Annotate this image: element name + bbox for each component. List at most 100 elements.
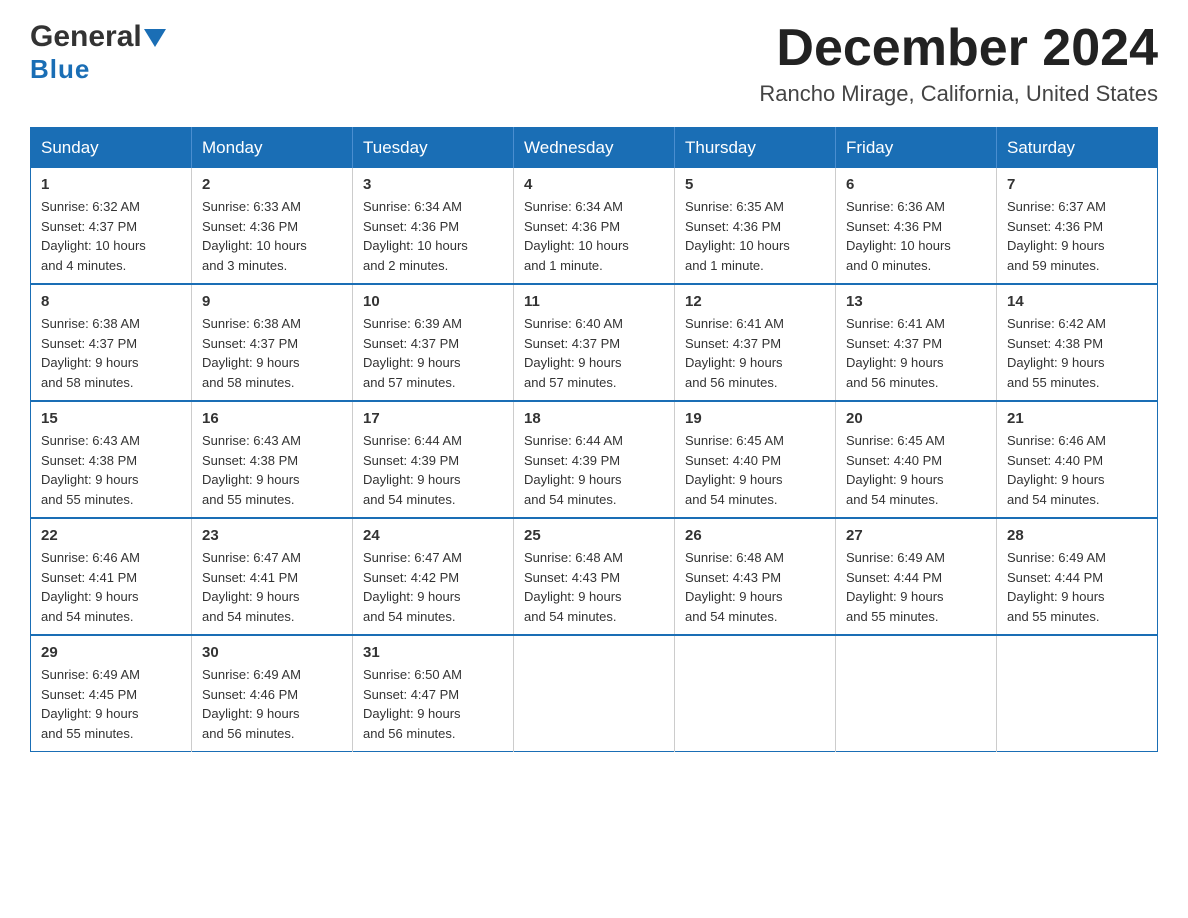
- day-of-week-header: Sunday: [31, 128, 192, 169]
- calendar-day-cell: 7 Sunrise: 6:37 AM Sunset: 4:36 PM Dayli…: [997, 168, 1158, 284]
- day-info: Sunrise: 6:36 AM Sunset: 4:36 PM Dayligh…: [846, 197, 986, 275]
- day-number: 7: [1007, 176, 1147, 193]
- day-info: Sunrise: 6:49 AM Sunset: 4:44 PM Dayligh…: [846, 548, 986, 626]
- calendar-day-cell: 19 Sunrise: 6:45 AM Sunset: 4:40 PM Dayl…: [675, 401, 836, 518]
- calendar-day-cell: 14 Sunrise: 6:42 AM Sunset: 4:38 PM Dayl…: [997, 284, 1158, 401]
- calendar-header-row: SundayMondayTuesdayWednesdayThursdayFrid…: [31, 128, 1158, 169]
- day-number: 10: [363, 293, 503, 310]
- day-info: Sunrise: 6:49 AM Sunset: 4:44 PM Dayligh…: [1007, 548, 1147, 626]
- day-info: Sunrise: 6:32 AM Sunset: 4:37 PM Dayligh…: [41, 197, 181, 275]
- day-number: 29: [41, 644, 181, 661]
- calendar-day-cell: 10 Sunrise: 6:39 AM Sunset: 4:37 PM Dayl…: [353, 284, 514, 401]
- day-number: 17: [363, 410, 503, 427]
- calendar-day-cell: 8 Sunrise: 6:38 AM Sunset: 4:37 PM Dayli…: [31, 284, 192, 401]
- calendar-day-cell: 25 Sunrise: 6:48 AM Sunset: 4:43 PM Dayl…: [514, 518, 675, 635]
- month-year-title: December 2024: [759, 20, 1158, 77]
- day-number: 2: [202, 176, 342, 193]
- day-number: 30: [202, 644, 342, 661]
- calendar-day-cell: 22 Sunrise: 6:46 AM Sunset: 4:41 PM Dayl…: [31, 518, 192, 635]
- calendar-day-cell: 6 Sunrise: 6:36 AM Sunset: 4:36 PM Dayli…: [836, 168, 997, 284]
- calendar-day-cell: 17 Sunrise: 6:44 AM Sunset: 4:39 PM Dayl…: [353, 401, 514, 518]
- day-number: 22: [41, 527, 181, 544]
- calendar-day-cell: [514, 635, 675, 752]
- day-info: Sunrise: 6:43 AM Sunset: 4:38 PM Dayligh…: [41, 431, 181, 509]
- day-of-week-header: Tuesday: [353, 128, 514, 169]
- calendar-day-cell: 15 Sunrise: 6:43 AM Sunset: 4:38 PM Dayl…: [31, 401, 192, 518]
- day-info: Sunrise: 6:38 AM Sunset: 4:37 PM Dayligh…: [202, 314, 342, 392]
- day-number: 23: [202, 527, 342, 544]
- day-info: Sunrise: 6:39 AM Sunset: 4:37 PM Dayligh…: [363, 314, 503, 392]
- calendar-day-cell: 18 Sunrise: 6:44 AM Sunset: 4:39 PM Dayl…: [514, 401, 675, 518]
- day-number: 13: [846, 293, 986, 310]
- calendar-table: SundayMondayTuesdayWednesdayThursdayFrid…: [30, 127, 1158, 752]
- day-info: Sunrise: 6:46 AM Sunset: 4:40 PM Dayligh…: [1007, 431, 1147, 509]
- calendar-day-cell: 21 Sunrise: 6:46 AM Sunset: 4:40 PM Dayl…: [997, 401, 1158, 518]
- day-number: 18: [524, 410, 664, 427]
- day-of-week-header: Wednesday: [514, 128, 675, 169]
- day-info: Sunrise: 6:48 AM Sunset: 4:43 PM Dayligh…: [524, 548, 664, 626]
- calendar-week-row: 15 Sunrise: 6:43 AM Sunset: 4:38 PM Dayl…: [31, 401, 1158, 518]
- day-info: Sunrise: 6:34 AM Sunset: 4:36 PM Dayligh…: [524, 197, 664, 275]
- calendar-week-row: 22 Sunrise: 6:46 AM Sunset: 4:41 PM Dayl…: [31, 518, 1158, 635]
- day-info: Sunrise: 6:42 AM Sunset: 4:38 PM Dayligh…: [1007, 314, 1147, 392]
- day-number: 16: [202, 410, 342, 427]
- day-info: Sunrise: 6:49 AM Sunset: 4:46 PM Dayligh…: [202, 665, 342, 743]
- day-info: Sunrise: 6:43 AM Sunset: 4:38 PM Dayligh…: [202, 431, 342, 509]
- day-number: 5: [685, 176, 825, 193]
- calendar-day-cell: 9 Sunrise: 6:38 AM Sunset: 4:37 PM Dayli…: [192, 284, 353, 401]
- calendar-day-cell: 2 Sunrise: 6:33 AM Sunset: 4:36 PM Dayli…: [192, 168, 353, 284]
- day-info: Sunrise: 6:38 AM Sunset: 4:37 PM Dayligh…: [41, 314, 181, 392]
- day-info: Sunrise: 6:41 AM Sunset: 4:37 PM Dayligh…: [846, 314, 986, 392]
- day-number: 27: [846, 527, 986, 544]
- day-number: 4: [524, 176, 664, 193]
- day-info: Sunrise: 6:44 AM Sunset: 4:39 PM Dayligh…: [363, 431, 503, 509]
- day-number: 9: [202, 293, 342, 310]
- day-number: 12: [685, 293, 825, 310]
- logo-blue-text: Blue: [30, 54, 90, 84]
- calendar-day-cell: [836, 635, 997, 752]
- calendar-day-cell: 3 Sunrise: 6:34 AM Sunset: 4:36 PM Dayli…: [353, 168, 514, 284]
- day-info: Sunrise: 6:37 AM Sunset: 4:36 PM Dayligh…: [1007, 197, 1147, 275]
- day-info: Sunrise: 6:47 AM Sunset: 4:42 PM Dayligh…: [363, 548, 503, 626]
- day-number: 26: [685, 527, 825, 544]
- day-number: 8: [41, 293, 181, 310]
- day-info: Sunrise: 6:34 AM Sunset: 4:36 PM Dayligh…: [363, 197, 503, 275]
- calendar-week-row: 1 Sunrise: 6:32 AM Sunset: 4:37 PM Dayli…: [31, 168, 1158, 284]
- day-info: Sunrise: 6:47 AM Sunset: 4:41 PM Dayligh…: [202, 548, 342, 626]
- day-info: Sunrise: 6:45 AM Sunset: 4:40 PM Dayligh…: [846, 431, 986, 509]
- day-number: 25: [524, 527, 664, 544]
- calendar-week-row: 29 Sunrise: 6:49 AM Sunset: 4:45 PM Dayl…: [31, 635, 1158, 752]
- calendar-day-cell: 11 Sunrise: 6:40 AM Sunset: 4:37 PM Dayl…: [514, 284, 675, 401]
- calendar-day-cell: 24 Sunrise: 6:47 AM Sunset: 4:42 PM Dayl…: [353, 518, 514, 635]
- calendar-day-cell: 29 Sunrise: 6:49 AM Sunset: 4:45 PM Dayl…: [31, 635, 192, 752]
- day-of-week-header: Monday: [192, 128, 353, 169]
- day-number: 31: [363, 644, 503, 661]
- location-subtitle: Rancho Mirage, California, United States: [759, 81, 1158, 107]
- day-number: 21: [1007, 410, 1147, 427]
- header: General Blue December 2024 Rancho Mirage…: [30, 20, 1158, 107]
- day-info: Sunrise: 6:33 AM Sunset: 4:36 PM Dayligh…: [202, 197, 342, 275]
- day-info: Sunrise: 6:45 AM Sunset: 4:40 PM Dayligh…: [685, 431, 825, 509]
- logo: General Blue: [30, 20, 166, 85]
- day-of-week-header: Saturday: [997, 128, 1158, 169]
- day-info: Sunrise: 6:49 AM Sunset: 4:45 PM Dayligh…: [41, 665, 181, 743]
- day-info: Sunrise: 6:40 AM Sunset: 4:37 PM Dayligh…: [524, 314, 664, 392]
- day-number: 20: [846, 410, 986, 427]
- day-number: 3: [363, 176, 503, 193]
- day-info: Sunrise: 6:46 AM Sunset: 4:41 PM Dayligh…: [41, 548, 181, 626]
- calendar-day-cell: 28 Sunrise: 6:49 AM Sunset: 4:44 PM Dayl…: [997, 518, 1158, 635]
- day-info: Sunrise: 6:41 AM Sunset: 4:37 PM Dayligh…: [685, 314, 825, 392]
- calendar-day-cell: 20 Sunrise: 6:45 AM Sunset: 4:40 PM Dayl…: [836, 401, 997, 518]
- day-number: 14: [1007, 293, 1147, 310]
- day-info: Sunrise: 6:50 AM Sunset: 4:47 PM Dayligh…: [363, 665, 503, 743]
- calendar-day-cell: 13 Sunrise: 6:41 AM Sunset: 4:37 PM Dayl…: [836, 284, 997, 401]
- calendar-day-cell: 27 Sunrise: 6:49 AM Sunset: 4:44 PM Dayl…: [836, 518, 997, 635]
- calendar-day-cell: 30 Sunrise: 6:49 AM Sunset: 4:46 PM Dayl…: [192, 635, 353, 752]
- day-number: 24: [363, 527, 503, 544]
- day-of-week-header: Friday: [836, 128, 997, 169]
- title-area: December 2024 Rancho Mirage, California,…: [759, 20, 1158, 107]
- calendar-week-row: 8 Sunrise: 6:38 AM Sunset: 4:37 PM Dayli…: [31, 284, 1158, 401]
- calendar-day-cell: 16 Sunrise: 6:43 AM Sunset: 4:38 PM Dayl…: [192, 401, 353, 518]
- day-number: 15: [41, 410, 181, 427]
- day-number: 6: [846, 176, 986, 193]
